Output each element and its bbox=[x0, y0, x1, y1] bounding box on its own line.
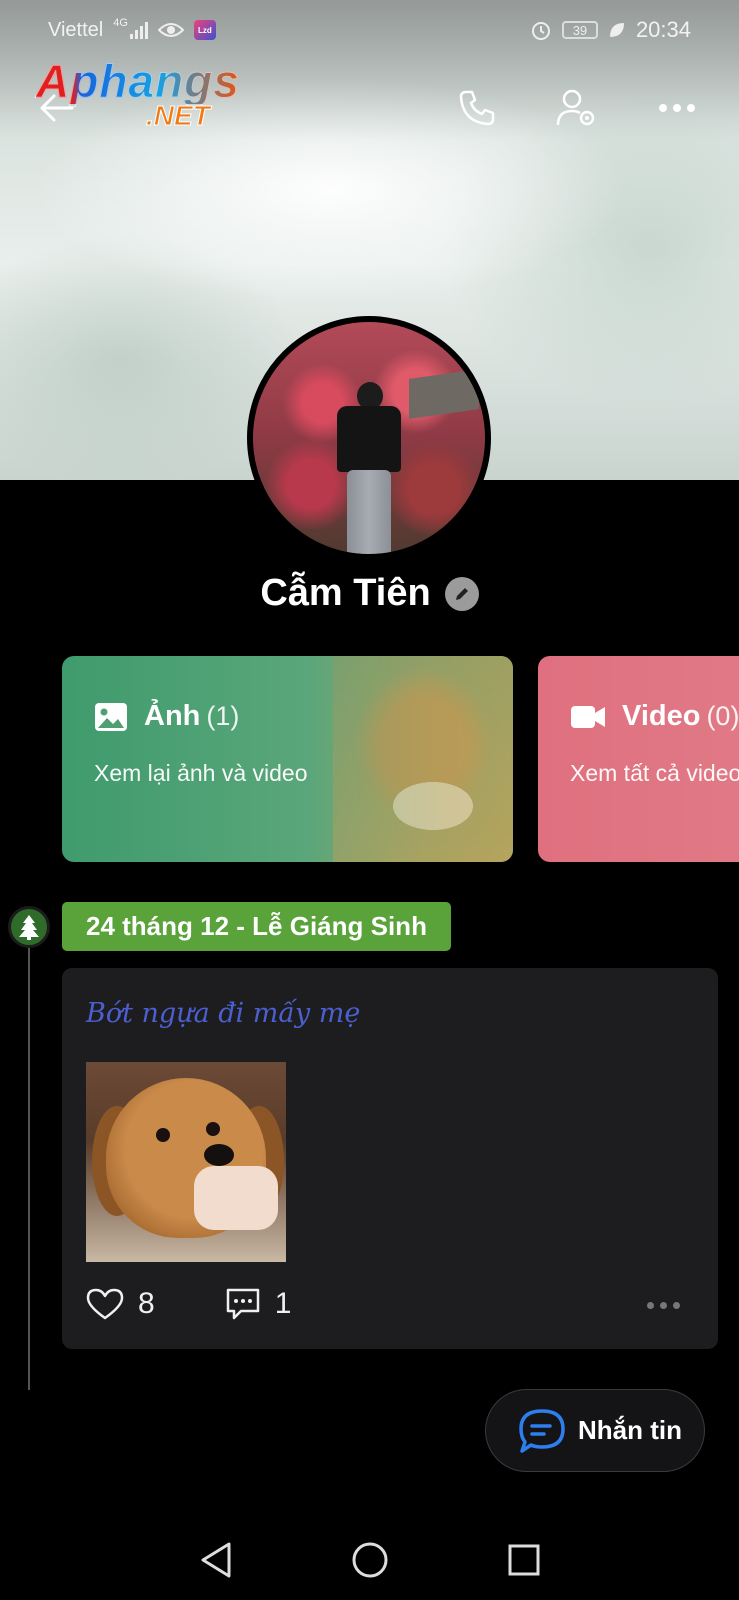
top-actions bbox=[455, 86, 699, 130]
signal-icon bbox=[129, 21, 148, 39]
status-bar: Viettel 4G Lzd 39 20:34 bbox=[0, 0, 739, 60]
post-text: Bớt ngựa đi mấy mẹ bbox=[86, 998, 361, 1029]
post-card[interactable]: Bớt ngựa đi mấy mẹ 8 1 bbox=[62, 968, 718, 1349]
videos-count: (0) bbox=[706, 701, 739, 731]
post-more-button[interactable] bbox=[647, 1302, 680, 1309]
call-button[interactable] bbox=[455, 86, 499, 130]
pencil-icon bbox=[455, 587, 468, 600]
videos-card-title: Video (0) bbox=[622, 700, 739, 732]
image-icon bbox=[95, 702, 127, 731]
phone-icon bbox=[459, 90, 495, 126]
event-badge: 24 tháng 12 - Lễ Giáng Sinh bbox=[62, 902, 451, 951]
like-count: 8 bbox=[138, 1287, 155, 1320]
profile-name: Cẫm Tiên bbox=[260, 572, 431, 614]
photos-card-title: Ảnh (1) bbox=[144, 700, 240, 732]
network-type: 4G bbox=[113, 16, 128, 29]
lazada-app-icon: Lzd bbox=[193, 20, 216, 40]
leaf-icon bbox=[609, 23, 624, 37]
message-button-label: Nhắn tin bbox=[578, 1415, 682, 1445]
photos-card-subtitle: Xem lại ảnh và video bbox=[94, 760, 308, 786]
like-button[interactable]: 8 bbox=[86, 1287, 155, 1321]
comment-count: 1 bbox=[274, 1287, 292, 1320]
more-horizontal-icon bbox=[659, 104, 695, 112]
clock: 20:34 bbox=[635, 17, 691, 42]
back-button[interactable] bbox=[36, 88, 76, 128]
videos-card-title-row: Video (0) bbox=[570, 700, 739, 733]
comment-icon bbox=[226, 1288, 259, 1320]
photos-card[interactable]: Ảnh (1) Xem lại ảnh và video bbox=[62, 656, 513, 862]
avatar[interactable] bbox=[247, 316, 491, 560]
comment-button[interactable]: 1 bbox=[225, 1286, 292, 1322]
videos-card-subtitle: Xem tất cả video bbox=[570, 760, 739, 786]
video-camera-icon bbox=[571, 705, 605, 728]
profile-settings-button[interactable] bbox=[555, 86, 599, 130]
nav-recents-icon[interactable] bbox=[507, 1543, 541, 1577]
timeline-line bbox=[28, 946, 30, 1390]
edit-name-button[interactable] bbox=[444, 576, 479, 611]
photos-card-title-row: Ảnh (1) bbox=[94, 700, 239, 733]
more-button[interactable] bbox=[655, 86, 699, 130]
system-nav-bar bbox=[0, 1520, 739, 1600]
videos-card[interactable]: Video (0) Xem tất cả video bbox=[538, 656, 739, 862]
carrier-label: Viettel bbox=[48, 18, 104, 41]
name-row: Cẫm Tiên bbox=[0, 572, 739, 615]
chat-bubble-icon bbox=[519, 1408, 565, 1453]
post-photo[interactable] bbox=[86, 1062, 286, 1262]
photos-count: (1) bbox=[206, 701, 240, 731]
back-arrow-icon bbox=[40, 94, 74, 122]
post-actions: 8 1 bbox=[86, 1286, 291, 1322]
profile-screen: Viettel 4G Lzd 39 20:34 Aphangs .NET Cẫm… bbox=[0, 0, 739, 1600]
status-right: 39 20:34 bbox=[530, 17, 691, 43]
nav-back-icon[interactable] bbox=[199, 1541, 233, 1579]
christmas-tree-icon bbox=[8, 906, 50, 948]
user-settings-icon bbox=[556, 89, 595, 126]
status-left: Viettel 4G Lzd bbox=[48, 16, 216, 42]
nav-home-icon[interactable] bbox=[351, 1541, 389, 1579]
photos-card-preview-image bbox=[333, 656, 513, 862]
heart-icon bbox=[86, 1288, 124, 1320]
battery-icon: 39 bbox=[561, 21, 598, 39]
message-button[interactable]: Nhắn tin bbox=[485, 1389, 705, 1472]
battery-level: 39 bbox=[572, 22, 588, 38]
eye-icon bbox=[157, 23, 184, 37]
alarm-icon bbox=[531, 22, 550, 40]
